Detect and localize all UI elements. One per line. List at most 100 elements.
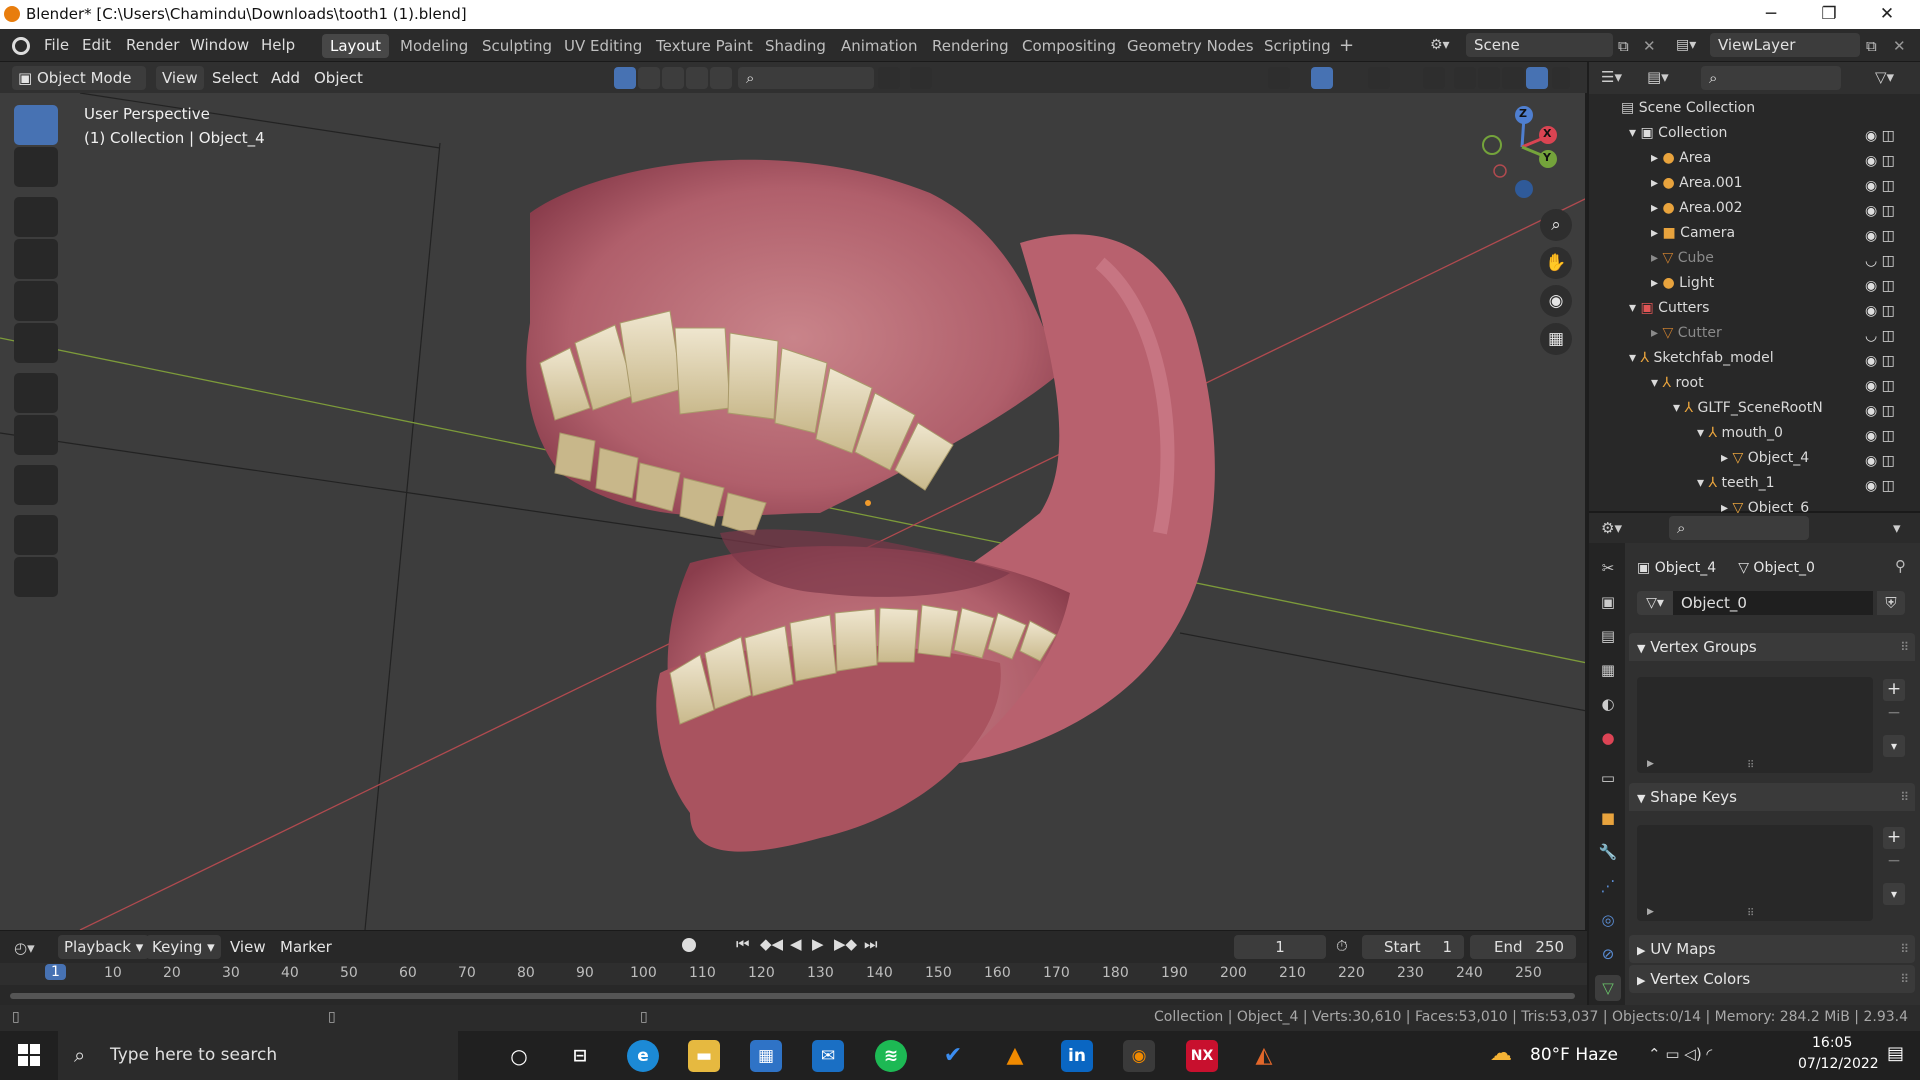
close-button[interactable]: ✕ [1858,0,1916,29]
expand-icon[interactable]: ▸ [1651,275,1662,291]
microsoft-store-icon[interactable]: ▦ [750,1040,782,1072]
remove-view-layer-icon[interactable]: ✕ [1893,37,1906,55]
shading-options-icon[interactable] [1552,67,1570,89]
pin-icon[interactable]: ⚲ [1895,557,1906,575]
menu-help[interactable]: Help [261,36,295,54]
eye-icon[interactable]: ◉ ◫ [1843,124,1919,149]
task-view-icon[interactable]: ⊟ [564,1040,596,1072]
viewport-menu-object[interactable]: Object [308,66,369,90]
notification-icon[interactable]: ▤ [1887,1043,1904,1064]
outliner-editor-type-icon[interactable]: ☰▾ [1601,68,1622,86]
current-frame-field[interactable]: 1 [1234,935,1326,959]
mouth-model[interactable] [526,159,1215,852]
proportional-edit-icon[interactable] [910,67,932,89]
list-resize-handle[interactable]: ⠿ [1747,760,1754,771]
expand-icon[interactable]: ▾ [1629,125,1640,141]
playhead[interactable]: 1 [45,964,66,980]
gizmo-toggle-icon[interactable] [1311,67,1333,89]
select-mode-icon[interactable] [614,67,636,89]
visibility-icon[interactable] [1268,67,1290,89]
properties-search-field[interactable]: ⌕ [1669,516,1809,540]
edge-icon[interactable]: e [627,1040,659,1072]
viewport-menu-select[interactable]: Select [206,66,264,90]
drag-handle-icon[interactable]: ⠿ [1900,935,1909,963]
expand-icon[interactable]: ▾ [1697,475,1708,491]
mode-selector[interactable]: ▣ Object Mode ▾ [12,66,146,111]
tab-modeling[interactable]: Modeling [392,34,476,58]
modifier-tab-icon[interactable]: 🔧 [1595,839,1621,865]
expand-icon[interactable]: ▾ [1629,300,1640,316]
jump-start-icon[interactable]: ⏮ [736,935,750,953]
expand-list-icon[interactable]: ▶ [1647,907,1654,917]
menu-window[interactable]: Window [190,36,249,54]
expand-icon[interactable]: ▾ [1651,375,1662,391]
select-box-tool-icon[interactable] [14,105,58,145]
system-tray-icons[interactable]: ⌃ ▭ ◁) ◜ [1648,1045,1712,1063]
drag-handle-icon[interactable]: ⠿ [1900,633,1909,661]
outliner-root[interactable]: ▤ Scene Collection [1589,96,1920,121]
weather-icon[interactable]: ☁ [1490,1041,1512,1066]
blender-menu-icon[interactable] [12,37,30,55]
select-intersect-icon[interactable] [710,67,732,89]
eye-icon[interactable]: ◉ ◫ [1843,449,1919,474]
viewport-menu-view[interactable]: View [156,66,204,90]
jump-keyframe-forward-icon[interactable]: ▶◆ [834,935,857,953]
viewport-scene[interactable] [0,93,1587,930]
vertex-group-specials-icon[interactable]: ▾ [1883,735,1905,757]
scale-tool-icon[interactable] [14,281,58,321]
expand-icon[interactable]: ▸ [1651,150,1662,166]
drag-handle-icon[interactable]: ⠿ [1900,783,1909,811]
properties-editor-type-icon[interactable]: ⚙▾ [1601,519,1622,537]
todo-icon[interactable]: ✔ [937,1040,969,1072]
menu-edit[interactable]: Edit [82,36,111,54]
scene-field[interactable]: Scene [1466,33,1613,57]
display-mode-icon[interactable]: ▤▾ [1647,68,1669,86]
record-icon[interactable] [682,938,696,952]
pan-hand-icon[interactable]: ✋ [1540,247,1572,279]
expand-icon[interactable]: ▾ [1629,350,1640,366]
cut-tool-icon[interactable] [14,515,58,555]
tab-sculpting[interactable]: Sculpting [474,34,560,58]
output-tab-icon[interactable]: ▤ [1595,623,1621,649]
tab-texture-paint[interactable]: Texture Paint [648,34,761,58]
add-workspace-button[interactable]: + [1331,34,1362,58]
shape-key-specials-icon[interactable]: ▾ [1883,883,1905,905]
xray-icon[interactable] [1423,67,1445,89]
view-layer-field[interactable]: ViewLayer [1710,33,1860,57]
jump-keyframe-back-icon[interactable]: ◆◀ [760,935,783,953]
mesh-datablock-selector[interactable]: ▽▾ [1637,591,1673,615]
tab-layout[interactable]: Layout [322,34,389,58]
expand-icon[interactable]: ▸ [1651,250,1662,266]
tab-animation[interactable]: Animation [833,34,925,58]
outliner-search-field[interactable]: ⌕ [1701,66,1841,90]
uv-maps-panel-header[interactable]: ▶ UV Maps ⠿ [1629,935,1915,963]
eye-icon[interactable]: ◉ ◫ [1843,399,1919,424]
timeline-editor-type-icon[interactable]: ◴▾ [14,939,35,957]
expand-icon[interactable]: ▸ [1651,175,1662,191]
rendered-shading-icon[interactable] [1526,67,1548,89]
measure-tool-icon[interactable] [14,415,58,455]
eye-icon[interactable]: ◉ ◫ [1843,149,1919,174]
fake-user-icon[interactable]: ⛨ [1877,591,1905,615]
windows-start-icon[interactable] [18,1044,40,1066]
collection-tab-icon[interactable]: ▭ [1595,765,1621,791]
add-vertex-group-button[interactable]: + [1883,679,1905,701]
annotate-tool-icon[interactable] [14,373,58,413]
properties-options-icon[interactable]: ▾ [1893,519,1901,537]
eye-icon[interactable]: ◉ ◫ [1843,424,1919,449]
timeline-scrollbar[interactable] [10,993,1575,999]
blender-taskbar-icon[interactable]: ◉ [1123,1040,1155,1072]
expand-icon[interactable]: ▸ [1651,325,1662,341]
play-icon[interactable]: ▶ [812,935,824,953]
maximize-button[interactable]: ❐ [1800,0,1858,29]
tool-tab-icon[interactable]: ✂ [1595,555,1621,581]
list-resize-handle[interactable]: ⠿ [1747,908,1754,919]
expand-icon[interactable]: ▸ [1651,225,1662,241]
nx-icon[interactable]: NX [1186,1040,1218,1072]
new-view-layer-icon[interactable]: ⧉ [1866,37,1877,55]
viewport-search-field[interactable]: ⌕ [738,67,874,89]
start-frame-field[interactable]: Start 1 [1362,935,1464,959]
tab-rendering[interactable]: Rendering [924,34,1017,58]
remove-shape-key-button[interactable]: − [1883,851,1905,873]
menu-marker[interactable]: Marker [274,935,338,959]
